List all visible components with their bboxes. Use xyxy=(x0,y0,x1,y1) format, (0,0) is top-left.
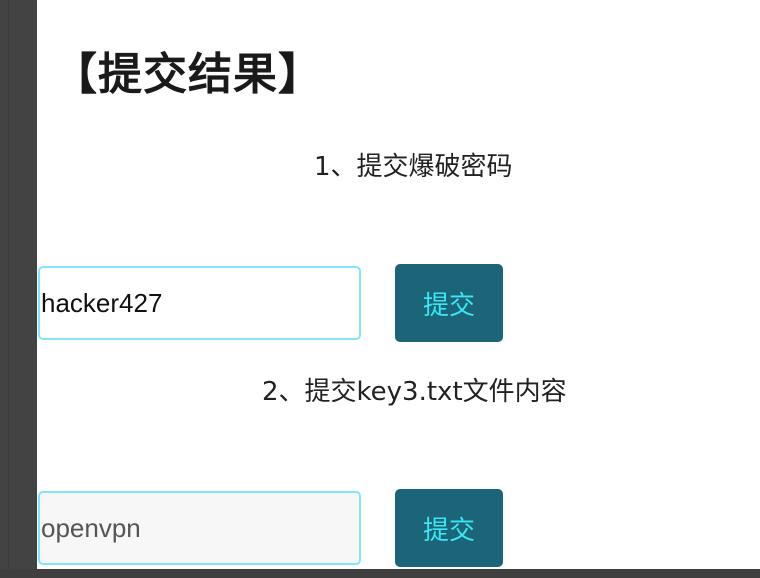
section-1-label: 1、提交爆破密码 xyxy=(314,152,513,182)
page-title: 【提交结果】 xyxy=(53,49,323,100)
submit-key-button[interactable]: 提交 xyxy=(395,489,503,567)
left-window-edge xyxy=(0,0,37,578)
submit-password-button[interactable]: 提交 xyxy=(395,264,503,342)
password-input[interactable] xyxy=(38,266,361,340)
main-content: 【提交结果】 1、提交爆破密码 提交 2、提交key3.txt文件内容 提交 xyxy=(37,0,760,569)
window-edge-line xyxy=(8,0,9,578)
key-content-input[interactable] xyxy=(38,491,361,565)
section-2-label: 2、提交key3.txt文件内容 xyxy=(262,377,567,407)
bottom-window-edge xyxy=(0,569,760,578)
